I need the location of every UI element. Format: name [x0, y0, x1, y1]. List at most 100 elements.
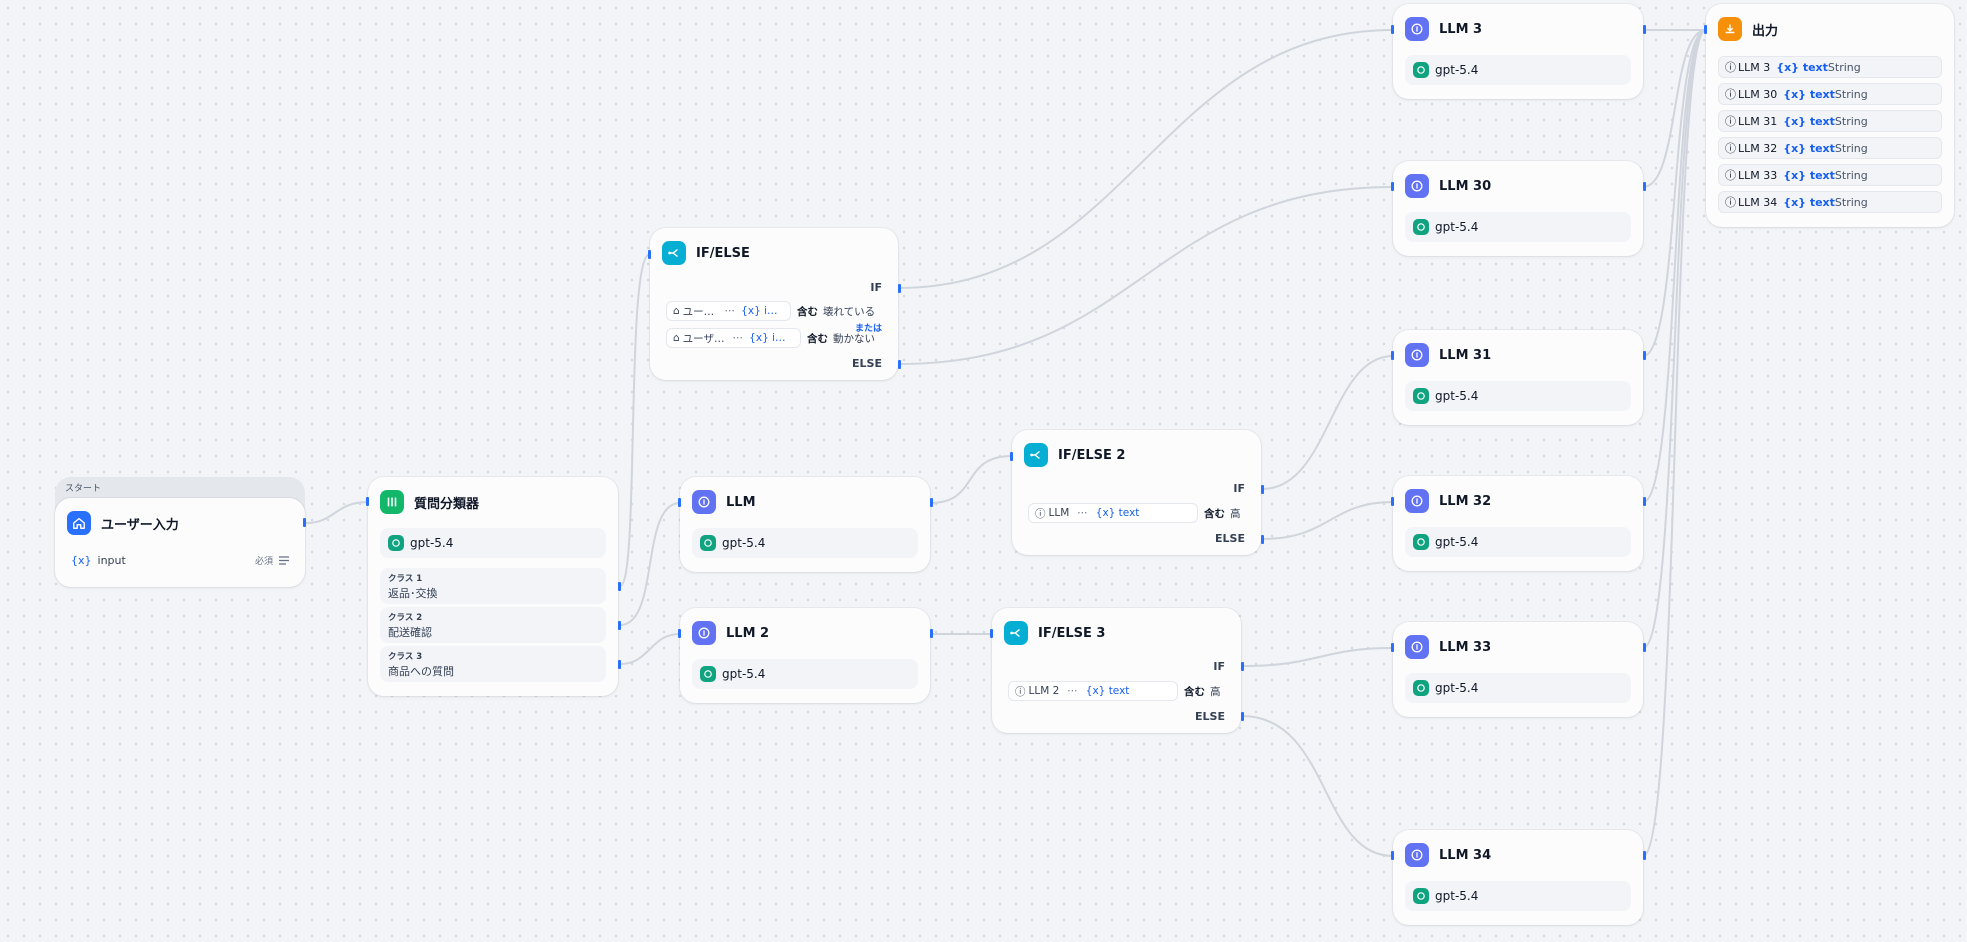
condition-operator: 含む	[807, 332, 828, 345]
condition-row[interactable]: ⌂ ユー… ⋯ {x} i… 含む 壊れている	[666, 300, 886, 322]
class-1-handle[interactable]	[618, 582, 621, 591]
condition-var: {x} i…	[749, 332, 786, 344]
model-selector[interactable]: gpt-5.4	[692, 528, 918, 558]
llm32-node[interactable]: LLM 32 gpt-5.4	[1391, 476, 1646, 571]
else-handle[interactable]	[898, 360, 901, 369]
home-icon: ⌂	[673, 305, 680, 317]
model-selector[interactable]: gpt-5.4	[1405, 673, 1631, 703]
output-row-node: LLM 32	[1738, 141, 1778, 155]
output-variable-row[interactable]: ⓘ LLM 30 {x} text String	[1718, 83, 1942, 105]
edge-llm32-out	[1642, 29, 1707, 503]
llm31-output-handle[interactable]	[1643, 351, 1646, 360]
llm3-output-handle[interactable]	[1643, 25, 1646, 34]
condition-node: ユーザ…	[682, 332, 725, 345]
class-item[interactable]: クラス 1 返品･交換	[380, 568, 606, 604]
edge-ifelse2-if-llm31	[1261, 355, 1394, 490]
llm2-output-handle[interactable]	[930, 629, 933, 638]
edge-llm33-out	[1642, 29, 1707, 649]
start-node-title: ユーザー入力	[101, 517, 179, 533]
ifelse3-input-handle[interactable]	[990, 629, 993, 638]
condition-value: 動かない	[833, 332, 875, 345]
llm32-input-handle[interactable]	[1391, 497, 1394, 506]
question-classifier-node[interactable]: 質問分類器 gpt-5.4 クラス 1 返品･交換 クラス 2 配送確認 クラス…	[366, 477, 621, 696]
llm30-output-handle[interactable]	[1643, 182, 1646, 191]
model-selector[interactable]: gpt-5.4	[1405, 55, 1631, 85]
else-handle[interactable]	[1261, 535, 1264, 544]
llm33-input-handle[interactable]	[1391, 643, 1394, 652]
edge-class2-llm	[619, 502, 681, 626]
model-selector[interactable]: gpt-5.4	[1405, 527, 1631, 557]
output-icon	[1718, 17, 1742, 41]
output-variable-row[interactable]: ⓘ LLM 34 {x} text String	[1718, 191, 1942, 213]
condition-row[interactable]: ⓘ LLM 2 ⋯ {x} text 含む 高	[1008, 680, 1230, 702]
llm33-output-handle[interactable]	[1643, 643, 1646, 652]
ifelse-node[interactable]: IF/ELSE IF ⌂ ユー… ⋯ {x} i… 含む 壊れている または ⌂…	[648, 228, 901, 380]
model-selector[interactable]: gpt-5.4	[692, 659, 918, 689]
class-item[interactable]: クラス 2 配送確認	[380, 607, 606, 643]
output-row-node: LLM 33	[1738, 168, 1778, 182]
else-handle[interactable]	[1241, 712, 1244, 721]
output-variable-row[interactable]: ⓘ LLM 3 {x} text String	[1718, 56, 1942, 78]
llm33-title: LLM 33	[1439, 639, 1492, 655]
llm31-node[interactable]: LLM 31 gpt-5.4	[1391, 330, 1646, 425]
condition-row[interactable]: ⌂ ユーザ… ⋯ {x} i… 含む 動かない	[666, 327, 886, 349]
class-2-handle[interactable]	[618, 621, 621, 630]
openai-icon	[1413, 680, 1429, 696]
llm-icon: ⓘ	[1725, 169, 1736, 182]
output-input-handle[interactable]	[1704, 25, 1707, 34]
llm34-output-handle[interactable]	[1643, 851, 1646, 860]
edge-llm31-out	[1642, 29, 1707, 357]
if-handle[interactable]	[898, 284, 901, 293]
else-label: ELSE	[1195, 710, 1225, 723]
llm-icon: ⓘ	[1725, 142, 1736, 155]
ifelse2-input-handle[interactable]	[1010, 452, 1013, 461]
llm2-node[interactable]: LLM 2 gpt-5.4	[678, 608, 933, 703]
output-node[interactable]: 出力 ⓘ LLM 3 {x} text String ⓘ LLM 30 {x} …	[1704, 4, 1954, 227]
llm30-node[interactable]: LLM 30 gpt-5.4	[1391, 161, 1646, 256]
if-handle[interactable]	[1261, 485, 1264, 494]
class-item[interactable]: クラス 3 商品への質問	[380, 646, 606, 682]
output-row-type: String	[1834, 195, 1868, 209]
ifelse2-node[interactable]: IF/ELSE 2 IF ⓘ LLM ⋯ {x} text 含む 高 ELSE	[1010, 430, 1264, 555]
llm3-node[interactable]: LLM 3 gpt-5.4	[1391, 4, 1646, 99]
model-selector[interactable]: gpt-5.4	[1405, 381, 1631, 411]
ifelse3-node[interactable]: IF/ELSE 3 IF ⓘ LLM 2 ⋯ {x} text 含む 高 ELS…	[990, 608, 1244, 733]
model-selector[interactable]: gpt-5.4	[1405, 212, 1631, 242]
edge-ifelse3-else-llm34	[1241, 715, 1394, 857]
condition-value: 高	[1230, 507, 1241, 520]
if-handle[interactable]	[1241, 662, 1244, 671]
llm-title: LLM	[726, 494, 756, 510]
llm2-input-handle[interactable]	[678, 629, 681, 638]
openai-icon	[388, 535, 404, 551]
condition-row[interactable]: ⓘ LLM ⋯ {x} text 含む 高	[1028, 502, 1250, 524]
llm-node[interactable]: LLM gpt-5.4	[678, 477, 933, 572]
output-variable-row[interactable]: ⓘ LLM 33 {x} text String	[1718, 164, 1942, 186]
start-var-name: input	[97, 553, 126, 567]
llm34-input-handle[interactable]	[1391, 851, 1394, 860]
edge-ifelse-else-llm30	[898, 186, 1394, 365]
llm30-input-handle[interactable]	[1391, 182, 1394, 191]
model-selector[interactable]: gpt-5.4	[380, 528, 606, 558]
llm31-input-handle[interactable]	[1391, 351, 1394, 360]
model-name: gpt-5.4	[410, 536, 454, 550]
llm34-node[interactable]: LLM 34 gpt-5.4	[1391, 830, 1646, 925]
llm-output-handle[interactable]	[930, 498, 933, 507]
start-output-handle[interactable]	[303, 518, 306, 527]
class-3-handle[interactable]	[618, 660, 621, 669]
output-variable-row[interactable]: ⓘ LLM 32 {x} text String	[1718, 137, 1942, 159]
start-node[interactable]: ユーザー入力 {x} input 必須	[55, 498, 306, 587]
llm32-output-handle[interactable]	[1643, 497, 1646, 506]
classifier-input-handle[interactable]	[366, 497, 369, 506]
required-badge: 必須	[254, 557, 273, 567]
model-selector[interactable]: gpt-5.4	[1405, 881, 1631, 911]
llm3-input-handle[interactable]	[1391, 25, 1394, 34]
output-variable-row[interactable]: ⓘ LLM 31 {x} text String	[1718, 110, 1942, 132]
output-row-node: LLM 3	[1738, 60, 1771, 74]
condition-node: ユー…	[682, 305, 715, 318]
if-label: IF	[1213, 660, 1225, 673]
ifelse-input-handle[interactable]	[648, 250, 651, 259]
class-value: 配送確認	[388, 626, 432, 639]
llm33-node[interactable]: LLM 33 gpt-5.4	[1391, 622, 1646, 717]
llm-input-handle[interactable]	[678, 498, 681, 507]
llm-icon	[1405, 489, 1429, 513]
